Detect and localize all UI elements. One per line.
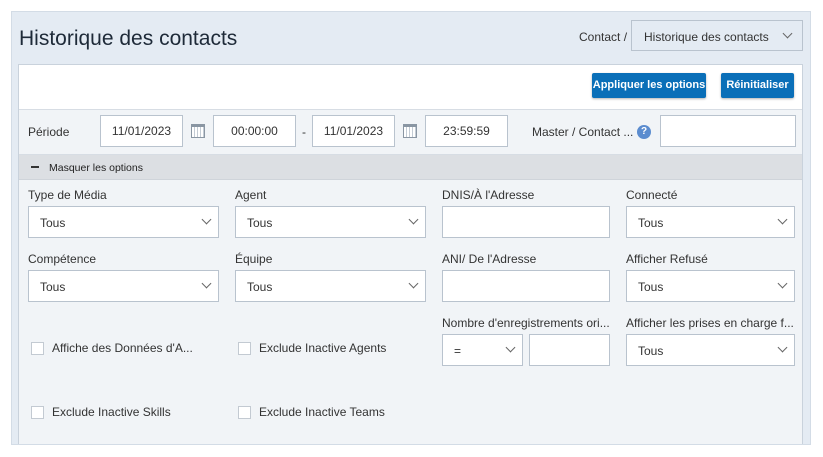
chevron-down-icon bbox=[201, 214, 212, 225]
exclude-inactive-teams-checkbox[interactable]: Exclude Inactive Teams bbox=[238, 405, 385, 419]
chevron-down-icon bbox=[782, 28, 793, 39]
apply-options-button[interactable]: Appliquer les options bbox=[592, 73, 706, 98]
period-separator: - bbox=[302, 125, 306, 139]
chevron-down-icon bbox=[777, 278, 788, 289]
chevron-down-icon bbox=[777, 342, 788, 353]
hide-options-label: Masquer les options bbox=[49, 162, 143, 174]
help-icon[interactable]: ? bbox=[637, 125, 651, 139]
checkbox-label: Exclude Inactive Skills bbox=[52, 405, 171, 419]
checkbox-label: Exclude Inactive Agents bbox=[259, 341, 387, 355]
record-count-operator-select[interactable]: = bbox=[442, 334, 523, 366]
period-bar: Période 11/01/2023 00:00:00 - 11/01/2023… bbox=[19, 109, 802, 155]
calendar-icon[interactable] bbox=[191, 124, 205, 138]
checkbox-label: Affiche des Données d'A... bbox=[52, 341, 193, 355]
ani-input[interactable] bbox=[442, 270, 610, 302]
show-handled-select[interactable]: Tous bbox=[626, 334, 795, 366]
master-contact-input[interactable] bbox=[660, 115, 796, 147]
record-count-label: Nombre d'enregistrements ori... bbox=[442, 316, 610, 330]
period-label: Période bbox=[28, 125, 70, 139]
chevron-down-icon bbox=[505, 342, 516, 353]
breadcrumb-prefix: Contact / bbox=[579, 30, 628, 44]
start-time-input[interactable]: 00:00:00 bbox=[213, 115, 296, 147]
connected-label: Connecté bbox=[626, 188, 678, 202]
options-panel: Appliquer les options Réinitialiser Péri… bbox=[18, 64, 803, 444]
chevron-down-icon bbox=[201, 278, 212, 289]
team-label: Équipe bbox=[235, 252, 273, 266]
checkbox-box[interactable] bbox=[238, 405, 251, 419]
media-type-select[interactable]: Tous bbox=[28, 206, 219, 238]
dnis-input[interactable] bbox=[442, 206, 610, 238]
checkbox-box[interactable] bbox=[238, 341, 251, 355]
ani-label: ANI/ De l'Adresse bbox=[442, 252, 537, 266]
breadcrumb-select-value: Historique des contacts bbox=[644, 30, 769, 44]
checkbox-box[interactable] bbox=[31, 405, 44, 419]
connected-select[interactable]: Tous bbox=[626, 206, 795, 238]
chevron-down-icon bbox=[408, 278, 419, 289]
checkbox-label: Exclude Inactive Teams bbox=[259, 405, 385, 419]
reset-button[interactable]: Réinitialiser bbox=[721, 73, 794, 98]
media-type-value: Tous bbox=[40, 216, 66, 230]
end-time-input[interactable]: 23:59:59 bbox=[425, 115, 508, 147]
agent-value: Tous bbox=[247, 216, 273, 230]
skill-select[interactable]: Tous bbox=[28, 270, 219, 302]
media-type-label: Type de Média bbox=[28, 188, 107, 202]
show-refused-select[interactable]: Tous bbox=[626, 270, 795, 302]
page-title: Historique des contacts bbox=[19, 27, 238, 50]
options-grid: Type de Média Tous Agent Tous DNIS/À l'A… bbox=[19, 180, 802, 444]
end-date-input[interactable]: 11/01/2023 bbox=[312, 115, 395, 147]
breadcrumb-select[interactable]: Historique des contacts bbox=[631, 20, 803, 51]
dnis-label: DNIS/À l'Adresse bbox=[442, 188, 535, 202]
show-refused-value: Tous bbox=[638, 280, 664, 294]
agent-select[interactable]: Tous bbox=[235, 206, 426, 238]
chevron-down-icon bbox=[777, 214, 788, 225]
skill-value: Tous bbox=[40, 280, 66, 294]
calendar-icon[interactable] bbox=[403, 124, 417, 138]
show-refused-label: Afficher Refusé bbox=[626, 252, 708, 266]
skill-label: Compétence bbox=[28, 252, 97, 266]
record-count-operator-value: = bbox=[454, 344, 462, 358]
master-contact-label: Master / Contact ... bbox=[532, 125, 634, 139]
exclude-inactive-agents-checkbox[interactable]: Exclude Inactive Agents bbox=[238, 341, 386, 355]
minus-icon bbox=[31, 166, 39, 168]
show-handled-value: Tous bbox=[638, 344, 664, 358]
show-data-checkbox[interactable]: Affiche des Données d'A... bbox=[31, 341, 193, 355]
team-value: Tous bbox=[247, 280, 273, 294]
show-handled-label: Afficher les prises en charge f... bbox=[626, 316, 794, 330]
exclude-inactive-skills-checkbox[interactable]: Exclude Inactive Skills bbox=[31, 405, 171, 419]
hide-options-toggle[interactable]: Masquer les options bbox=[19, 155, 802, 180]
chevron-down-icon bbox=[408, 214, 419, 225]
record-count-input[interactable] bbox=[529, 334, 610, 366]
checkbox-box[interactable] bbox=[31, 341, 44, 355]
team-select[interactable]: Tous bbox=[235, 270, 426, 302]
start-date-input[interactable]: 11/01/2023 bbox=[100, 115, 183, 147]
connected-value: Tous bbox=[638, 216, 664, 230]
agent-label: Agent bbox=[235, 188, 267, 202]
